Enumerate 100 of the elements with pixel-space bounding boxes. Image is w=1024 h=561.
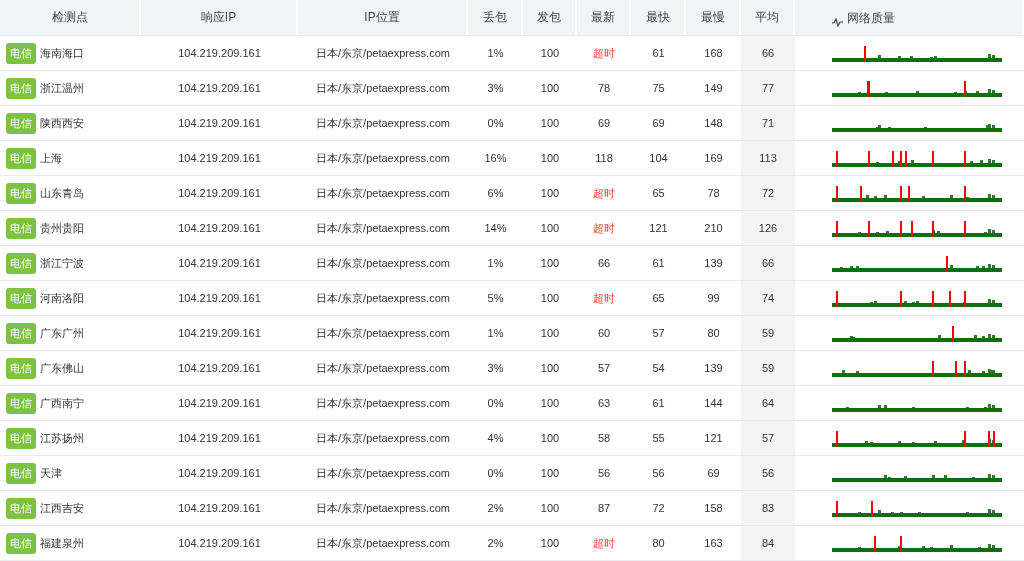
isp-tag: 电信 [6, 497, 36, 519]
table-cell: 100 [540, 397, 560, 409]
table-cell: 121 [704, 432, 723, 444]
table-cell: 广东佛山 [40, 360, 84, 376]
table-cell: 168 [704, 47, 723, 59]
table-cell: 104.219.209.161 [178, 187, 261, 199]
table-cell: 66 [761, 257, 775, 269]
table-cell: 浙江宁波 [40, 255, 84, 271]
table-cell: 121 [649, 222, 668, 234]
table-cell: 日本/东京/petaexpress.com [316, 290, 450, 306]
table-cell: 126 [758, 222, 778, 234]
table-cell: 57 [652, 327, 665, 339]
table-cell: 139 [704, 257, 723, 269]
table-cell: 广东广州 [40, 325, 84, 341]
table-cell: 100 [540, 467, 560, 479]
table-cell: 日本/东京/petaexpress.com [316, 360, 450, 376]
table-cell: 日本/东京/petaexpress.com [316, 150, 450, 166]
column-header: 网络质量 [847, 10, 895, 27]
table-cell: 1% [487, 257, 504, 269]
table-cell: 61 [652, 257, 665, 269]
table-cell: 104.219.209.161 [178, 47, 261, 59]
table-cell: 61 [652, 47, 665, 59]
pulse-icon [832, 18, 843, 27]
table-cell: 超时 [593, 290, 615, 306]
table-cell: 超时 [593, 220, 615, 236]
table-cell: 149 [704, 82, 723, 94]
table-cell: 2% [487, 502, 504, 514]
table-cell: 104.219.209.161 [178, 537, 261, 549]
table-cell: 57 [761, 432, 775, 444]
table-cell: 0% [487, 397, 504, 409]
table-cell: 100 [540, 47, 560, 59]
table-cell: 14% [484, 222, 507, 234]
table-cell: 5% [487, 292, 504, 304]
table-cell: 83 [761, 502, 775, 514]
isp-tag: 电信 [6, 182, 36, 204]
isp-tag: 电信 [6, 322, 36, 344]
table-cell: 16% [484, 152, 507, 164]
table-cell: 104.219.209.161 [178, 467, 261, 479]
column-header: 检测点 [51, 9, 88, 26]
table-cell: 100 [540, 292, 560, 304]
table-cell: 87 [597, 502, 611, 514]
table-cell: 72 [761, 187, 775, 199]
table-cell: 日本/东京/petaexpress.com [316, 45, 450, 61]
column-header: 发包 [537, 9, 561, 26]
table-cell: 57 [597, 362, 611, 374]
table-cell: 58 [597, 432, 611, 444]
isp-tag: 电信 [6, 217, 36, 239]
table-cell: 100 [540, 82, 560, 94]
isp-tag: 电信 [6, 427, 36, 449]
table-cell: 65 [652, 292, 665, 304]
table-cell: 148 [704, 117, 723, 129]
table-cell: 江西吉安 [40, 500, 84, 516]
column-header: 平均 [755, 9, 779, 26]
table-cell: 日本/东京/petaexpress.com [316, 430, 450, 446]
table-cell: 56 [652, 467, 665, 479]
table-cell: 100 [540, 502, 560, 514]
table-cell: 日本/东京/petaexpress.com [316, 185, 450, 201]
table-cell: 104.219.209.161 [178, 82, 261, 94]
table-cell: 4% [487, 432, 504, 444]
table-cell: 104.219.209.161 [178, 397, 261, 409]
table-cell: 118 [595, 152, 613, 164]
table-cell: 天津 [40, 465, 62, 481]
isp-tag: 电信 [6, 357, 36, 379]
table-cell: 169 [704, 152, 723, 164]
table-cell: 75 [652, 82, 665, 94]
table-cell: 3% [487, 362, 504, 374]
table-cell: 日本/东京/petaexpress.com [316, 465, 450, 481]
table-cell: 日本/东京/petaexpress.com [316, 325, 450, 341]
table-cell: 69 [652, 117, 665, 129]
table-cell: 63 [597, 397, 611, 409]
table-cell: 104.219.209.161 [178, 257, 261, 269]
table-cell: 100 [540, 537, 560, 549]
table-cell: 日本/东京/petaexpress.com [316, 535, 450, 551]
table-cell: 日本/东京/petaexpress.com [316, 395, 450, 411]
table-cell: 100 [540, 152, 560, 164]
table-cell: 71 [761, 117, 775, 129]
table-cell: 1% [487, 47, 504, 59]
table-cell: 78 [707, 187, 720, 199]
table-cell: 日本/东京/petaexpress.com [316, 500, 450, 516]
table-cell: 210 [704, 222, 723, 234]
column-header: 最慢 [700, 9, 725, 26]
table-cell: 80 [707, 327, 720, 339]
table-cell: 日本/东京/petaexpress.com [316, 220, 450, 236]
table-cell: 77 [761, 82, 775, 94]
table-cell: 104.219.209.161 [178, 502, 261, 514]
table-cell: 100 [540, 222, 560, 234]
isp-tag: 电信 [6, 42, 36, 64]
table-cell: 69 [597, 117, 611, 129]
isp-tag: 电信 [6, 112, 36, 134]
table-cell: 59 [761, 362, 775, 374]
isp-tag: 电信 [6, 392, 36, 414]
table-cell: 贵州贵阳 [40, 220, 84, 236]
table-cell: 104.219.209.161 [178, 362, 261, 374]
table-cell: 日本/东京/petaexpress.com [316, 80, 450, 96]
table-cell: 100 [540, 187, 560, 199]
column-header: 丢包 [482, 9, 507, 26]
table-cell: 54 [652, 362, 665, 374]
table-cell: 56 [761, 467, 775, 479]
isp-tag: 电信 [6, 147, 36, 169]
table-cell: 99 [707, 292, 720, 304]
